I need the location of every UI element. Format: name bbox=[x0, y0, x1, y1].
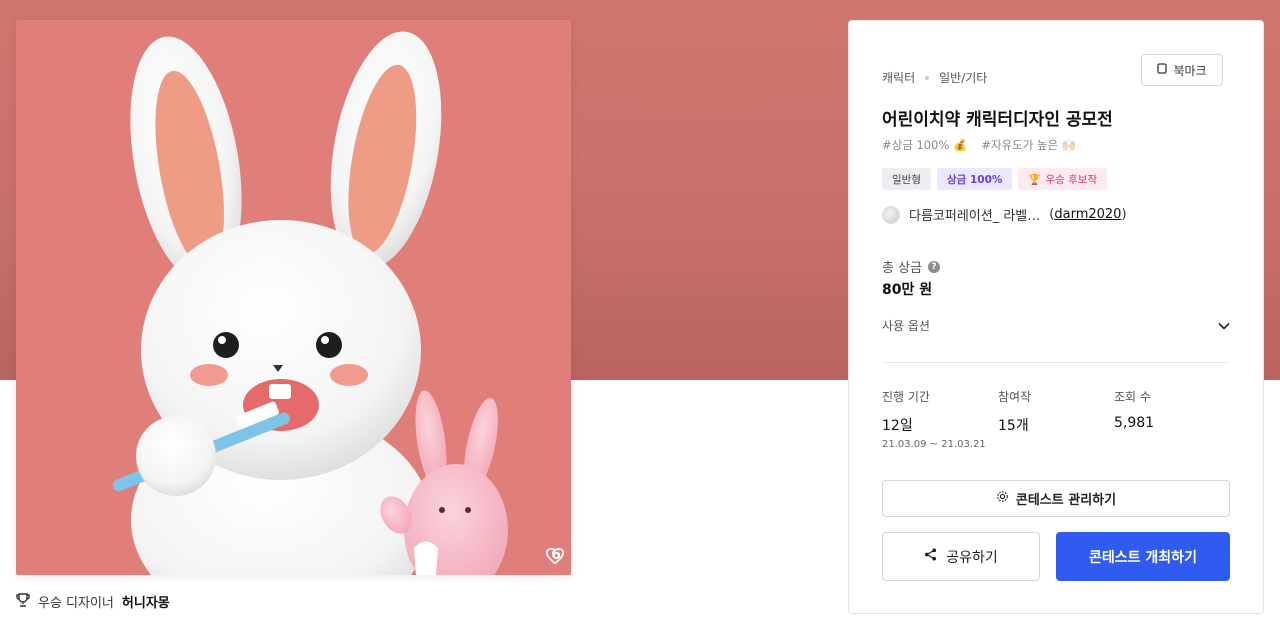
bookmark-label: 북마크 bbox=[1173, 63, 1207, 78]
options-label: 사용 옵션 bbox=[882, 319, 930, 333]
host-handle[interactable]: darm2020 bbox=[1054, 207, 1121, 222]
breadcrumb: 캐릭터 일반/기타 bbox=[882, 69, 987, 86]
entries-label: 참여작 bbox=[998, 390, 1032, 404]
manage-contest-button[interactable]: 콘테스트 관리하기 bbox=[882, 480, 1230, 517]
page-title: 어린이치약 캐릭터디자인 공모전 bbox=[882, 110, 1113, 130]
host-contest-button[interactable]: 콘테스트 개최하기 bbox=[1056, 532, 1230, 581]
period-value: 12일 bbox=[882, 418, 913, 434]
chevron-down-icon[interactable] bbox=[1218, 319, 1230, 333]
options-toggle[interactable]: 사용 옵션 bbox=[882, 317, 1230, 334]
stat-period: 진행 기간 12일 21.03.09 ~ 21.03.21 bbox=[882, 388, 986, 450]
type-badge: 일반형 bbox=[882, 168, 931, 190]
share-button[interactable]: 공유하기 bbox=[882, 532, 1040, 581]
gear-icon bbox=[996, 490, 1009, 507]
total-prize-text: 총 상금 bbox=[882, 261, 923, 276]
manage-contest-label: 콘테스트 관리하기 bbox=[1015, 493, 1117, 508]
stat-entries: 참여작 15개 bbox=[998, 388, 1031, 435]
share-icon bbox=[924, 548, 937, 565]
host-name[interactable]: 다름코퍼레이션_ 라벨… bbox=[909, 205, 1040, 224]
bunny-illustration bbox=[112, 31, 508, 575]
views-value: 5,981 bbox=[1114, 415, 1155, 431]
separator-dot bbox=[925, 75, 930, 80]
trophy-icon: 🏆 bbox=[1028, 173, 1042, 186]
trophy-icon bbox=[16, 592, 30, 611]
share-label: 공유하기 bbox=[946, 549, 998, 566]
like-counter[interactable]: 6 bbox=[545, 547, 565, 565]
entries-value: 15개 bbox=[998, 418, 1029, 434]
hashtag[interactable]: #상금 100% 💰 bbox=[882, 137, 967, 153]
stat-views: 조회 수 5,981 bbox=[1114, 388, 1154, 431]
host-info: 다름코퍼레이션_ 라벨… (darm2020) bbox=[882, 205, 1127, 224]
hashtag[interactable]: #자유도가 높은 🙌🏻 bbox=[981, 137, 1076, 153]
category-label[interactable]: 캐릭터 bbox=[882, 69, 915, 86]
badge-list: 일반형 상금 100% 🏆 우승 후보작 bbox=[882, 168, 1108, 190]
winning-artwork[interactable]: 6 bbox=[16, 20, 571, 575]
total-prize-label: 총 상금 ? bbox=[882, 257, 941, 276]
contest-info-panel: 캐릭터 일반/기타 북마크 어린이치약 캐릭터디자인 공모전 #상금 100% … bbox=[848, 20, 1264, 614]
winner-badge-label: 우승 후보작 bbox=[1045, 173, 1098, 186]
host-handle-wrap: (darm2020) bbox=[1049, 207, 1127, 222]
bookmark-button[interactable]: 북마크 bbox=[1141, 54, 1223, 86]
total-prize-value: 80만 원 bbox=[882, 282, 933, 298]
divider bbox=[882, 362, 1230, 363]
winning-designer: 우승 디자이너 허니자몽 bbox=[16, 592, 170, 611]
period-label: 진행 기간 bbox=[882, 390, 930, 404]
prize-badge: 상금 100% bbox=[936, 168, 1013, 190]
avatar[interactable] bbox=[882, 205, 900, 224]
help-icon[interactable]: ? bbox=[928, 260, 941, 273]
views-label: 조회 수 bbox=[1114, 390, 1151, 404]
period-range: 21.03.09 ~ 21.03.21 bbox=[882, 439, 986, 450]
winner-badge: 🏆 우승 후보작 bbox=[1018, 168, 1108, 190]
bookmark-icon bbox=[1157, 63, 1168, 77]
winner-prefix: 우승 디자이너 bbox=[38, 596, 114, 611]
hashtag-list: #상금 100% 💰 #자유도가 높은 🙌🏻 bbox=[882, 137, 1076, 153]
winner-name[interactable]: 허니자몽 bbox=[122, 592, 170, 611]
subcategory-label[interactable]: 일반/기타 bbox=[939, 69, 987, 86]
